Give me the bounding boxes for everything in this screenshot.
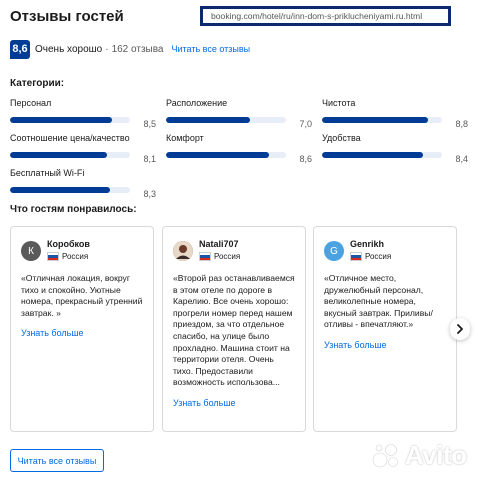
category-free-wifi: Бесплатный Wi-Fi 8,3 — [10, 168, 156, 199]
review-card: G Genrikh Россия «Отличное место, дружел… — [313, 226, 457, 432]
category-name: Чистота — [322, 98, 356, 108]
category-name: Удобства — [322, 133, 361, 143]
category-score: 8,1 — [143, 154, 156, 164]
category-name: Расположение — [166, 98, 228, 108]
avito-logo-icon — [372, 443, 398, 467]
category-bar-fill — [10, 187, 110, 193]
russia-flag-icon — [199, 252, 211, 261]
category-bar — [10, 117, 130, 123]
score-summary: 8,6 Очень хорошо · 162 отзыва Читать все… — [10, 39, 250, 59]
category-score: 8,3 — [143, 189, 156, 199]
category-score: 8,8 — [455, 119, 468, 129]
category-name: Бесплатный Wi-Fi — [10, 168, 85, 178]
category-value-for-money: Соотношение цена/качество 8,1 — [10, 133, 156, 164]
page-title: Отзывы гостей — [10, 8, 124, 25]
review-country: Россия — [199, 252, 240, 261]
category-bar-fill — [322, 117, 428, 123]
categories-title: Категории: — [10, 78, 65, 89]
learn-more-link[interactable]: Узнать больше — [21, 328, 143, 338]
avatar — [173, 241, 193, 261]
category-score: 7,0 — [299, 119, 312, 129]
chevron-right-icon — [457, 324, 463, 334]
country-name: Россия — [365, 252, 392, 261]
category-bar-fill — [166, 152, 270, 158]
review-count: 162 отзыва — [111, 43, 164, 55]
category-name: Комфорт — [166, 133, 204, 143]
url-annotation: booking.com/hotel/ru/inn-dom-s-prikluche… — [200, 6, 451, 26]
review-text: «Второй раз останавливаемся в этом отеле… — [173, 273, 295, 388]
category-comfort: Комфорт 8,6 — [166, 133, 312, 164]
category-bar-fill — [10, 152, 108, 158]
review-card: К Коробков Россия «Отличная локация, вок… — [10, 226, 154, 432]
category-cleanliness: Чистота 8,8 — [322, 98, 468, 129]
score-badge: 8,6 — [10, 39, 30, 59]
category-bar — [166, 152, 286, 158]
category-bar-fill — [322, 152, 423, 158]
russia-flag-icon — [47, 252, 59, 261]
url-text: booking.com/hotel/ru/inn-dom-s-prikluche… — [203, 9, 448, 23]
category-bar — [166, 117, 286, 123]
learn-more-link[interactable]: Узнать больше — [173, 398, 295, 408]
review-text: «Отличное место, дружелюбный персонал, в… — [324, 273, 433, 330]
category-name: Соотношение цена/качество — [10, 133, 130, 143]
avatar: G — [324, 241, 344, 261]
review-author: Natali707 — [199, 239, 239, 249]
score-label: Очень хорошо — [35, 43, 103, 55]
watermark-text: Avito — [405, 440, 467, 470]
category-bar-fill — [10, 117, 112, 123]
review-country: Россия — [350, 252, 391, 261]
category-bar-fill — [166, 117, 250, 123]
user-photo-icon — [173, 241, 193, 261]
category-score: 8,6 — [299, 154, 312, 164]
next-reviews-button[interactable] — [450, 318, 470, 340]
category-bar — [10, 152, 130, 158]
read-all-reviews-button[interactable]: Читать все отзывы — [10, 449, 104, 472]
watermark: Avito — [372, 440, 467, 471]
category-bar — [322, 117, 442, 123]
category-location: Расположение 7,0 — [166, 98, 312, 129]
avatar: К — [21, 241, 41, 261]
category-facilities: Удобства 8,4 — [322, 133, 468, 164]
review-author: Genrikh — [350, 239, 385, 249]
read-all-reviews-link[interactable]: Читать все отзывы — [171, 44, 250, 54]
review-text: «Отличная локация, вокруг тихо и спокойн… — [21, 273, 143, 318]
country-name: Россия — [62, 252, 89, 261]
category-bar — [10, 187, 130, 193]
review-author: Коробков — [47, 239, 90, 249]
country-name: Россия — [214, 252, 241, 261]
category-score: 8,5 — [143, 119, 156, 129]
category-bar — [322, 152, 442, 158]
category-name: Персонал — [10, 98, 52, 108]
category-score: 8,4 — [455, 154, 468, 164]
liked-title: Что гостям понравилось: — [10, 204, 137, 215]
category-staff: Персонал 8,5 — [10, 98, 156, 129]
score-separator: · — [105, 43, 109, 55]
review-country: Россия — [47, 252, 90, 261]
review-card: Natali707 Россия «Второй раз останавлива… — [162, 226, 306, 432]
learn-more-link[interactable]: Узнать больше — [324, 340, 446, 350]
russia-flag-icon — [350, 252, 362, 261]
